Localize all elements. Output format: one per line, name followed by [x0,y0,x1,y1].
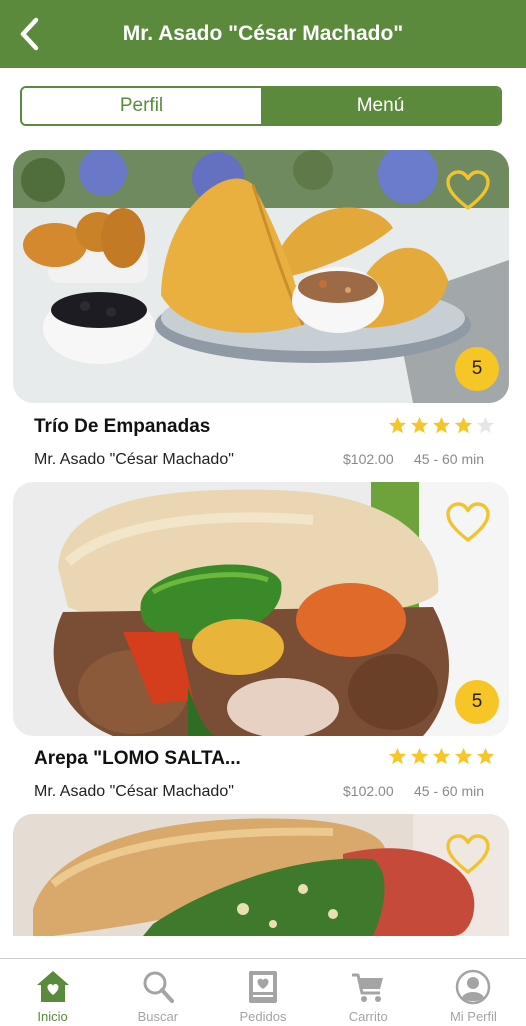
app-header: Mr. Asado "César Machado" [0,0,526,68]
arepa-photo [13,482,509,736]
product-name[interactable]: Trío De Empanadas [34,416,210,438]
nav-label: Carrito [348,1009,388,1024]
star-icon [454,747,473,765]
bottom-navigation: Inicio Buscar Pedidos Carrito Mi Perfil [0,958,526,1026]
star-icon [432,416,451,434]
sandwich-photo [13,814,509,936]
count-badge: 5 [455,347,499,391]
chevron-left-icon [20,17,39,51]
product-name[interactable]: Arepa "LOMO SALTA... [34,748,241,770]
home-icon [36,971,69,1002]
nav-inicio[interactable]: Inicio [0,959,105,1026]
star-icon [454,416,473,434]
rating-stars [388,416,495,435]
nav-buscar[interactable]: Buscar [105,959,210,1026]
nav-label: Inicio [37,1009,68,1024]
receipt-icon [249,971,277,1003]
product-image-card[interactable]: 5 [13,150,509,403]
restaurant-name: Mr. Asado "César Machado" [34,451,234,468]
star-icon [388,747,407,765]
heart-icon[interactable] [445,170,491,212]
count-badge: 5 [455,680,499,724]
delivery-time: 45 - 60 min [414,451,485,467]
search-icon [143,971,174,1003]
price: $102.00 [343,783,394,799]
profile-menu-toggle: Perfil Menú [20,86,502,126]
star-icon [388,416,407,434]
product-image-card[interactable]: 5 [13,482,509,736]
star-icon [410,747,429,765]
price: $102.00 [343,451,394,467]
nav-carrito[interactable]: Carrito [316,959,421,1026]
heart-icon[interactable] [445,502,491,544]
empanadas-photo [13,150,509,403]
back-button[interactable] [14,16,44,52]
delivery-time: 45 - 60 min [414,783,485,799]
star-empty-icon [476,416,495,434]
nav-label: Mi Perfil [449,1009,497,1024]
product-image-card[interactable] [13,814,509,936]
star-icon [410,416,429,434]
star-icon [476,747,495,765]
nav-label: Pedidos [239,1009,287,1024]
heart-icon[interactable] [445,834,491,876]
nav-label: Buscar [137,1009,179,1024]
user-icon [456,969,491,1005]
tab-perfil[interactable]: Perfil [22,88,261,124]
page-title: Mr. Asado "César Machado" [122,22,404,45]
tab-menu[interactable]: Menú [261,88,500,124]
rating-stars [388,747,495,766]
cart-icon [352,973,384,1002]
star-icon [432,747,451,765]
nav-mi-perfil[interactable]: Mi Perfil [421,959,526,1026]
nav-pedidos[interactable]: Pedidos [210,959,315,1026]
restaurant-name: Mr. Asado "César Machado" [34,783,234,800]
